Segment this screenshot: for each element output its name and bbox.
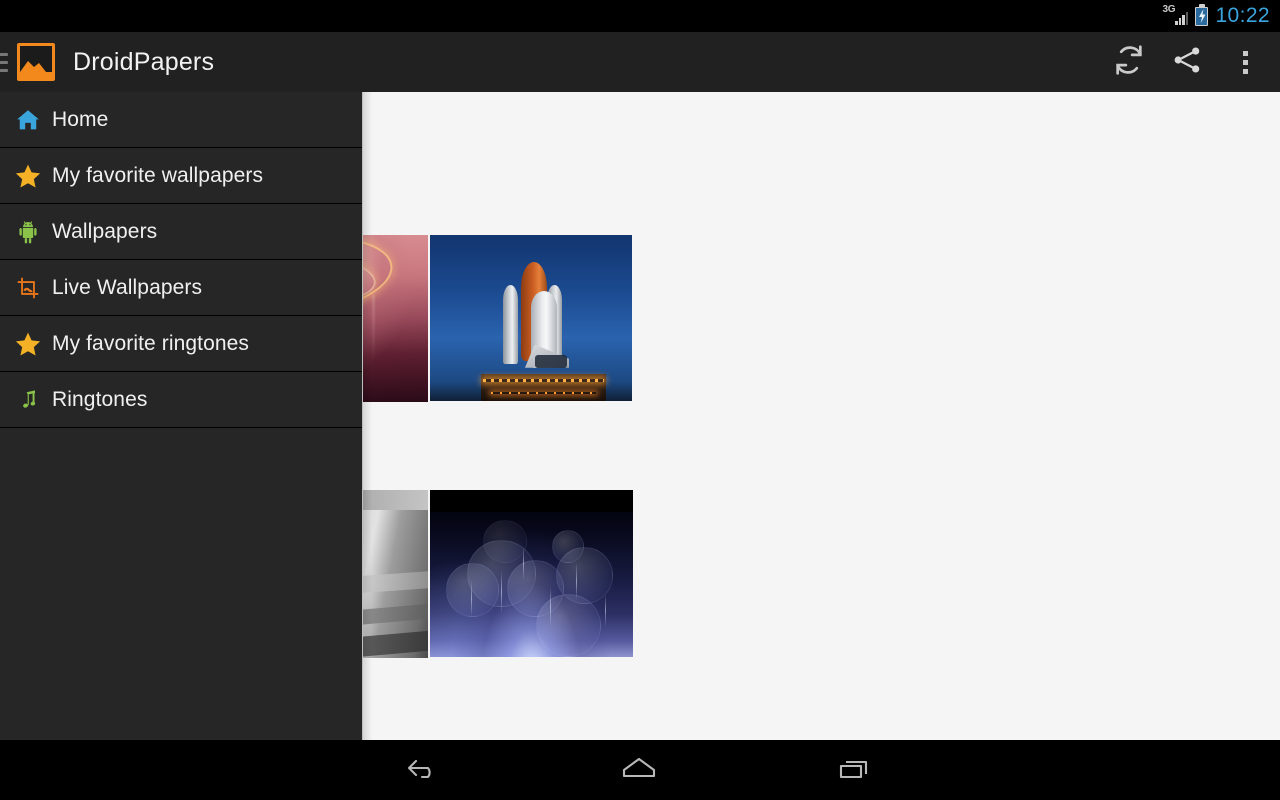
overflow-menu-button[interactable] (1216, 32, 1274, 92)
platform-lights (482, 378, 604, 382)
bokeh-streak (549, 586, 551, 627)
bokeh-orb (446, 563, 499, 617)
sidebar-item-home[interactable]: Home (0, 92, 362, 148)
shuttle-tiles (535, 354, 568, 368)
star-icon (0, 330, 52, 358)
sidebar-item-label: Ringtones (52, 387, 148, 411)
signal-strength-bars (1175, 12, 1189, 25)
shuttle-booster-left (502, 284, 518, 365)
share-icon (1171, 44, 1203, 81)
bokeh-dark-top (430, 490, 633, 512)
sidebar-item-label: My favorite ringtones (52, 331, 250, 355)
page-title: DroidPapers (73, 47, 215, 76)
recents-icon (833, 751, 877, 790)
android-screen: 3G 10:22 DroidPapers Home My favorite wa… (0, 0, 1280, 800)
signal-bars-icon: 3G (1162, 4, 1189, 27)
star-icon (0, 162, 52, 190)
refresh-button[interactable] (1100, 32, 1158, 92)
wallpaper-thumb-space-shuttle[interactable] (430, 235, 632, 401)
home-outline-icon (616, 751, 662, 790)
bokeh-orb (535, 593, 601, 657)
network-type-label: 3G (1162, 4, 1176, 15)
sidebar-item-live-wallpapers[interactable]: Live Wallpapers (0, 260, 362, 316)
bokeh-streak (604, 593, 606, 627)
bokeh-streak (576, 563, 578, 601)
hamburger-menu-icon[interactable] (0, 52, 8, 72)
action-bar: DroidPapers (0, 32, 1280, 92)
nav-back-button[interactable] (363, 740, 483, 800)
crop-frame-icon (0, 275, 52, 301)
status-bar-clock: 10:22 (1215, 4, 1270, 27)
bokeh-streak (501, 570, 503, 614)
decorative-wisp (372, 295, 374, 362)
nav-recents-button[interactable] (795, 740, 915, 800)
sidebar-item-ringtones[interactable]: Ringtones (0, 372, 362, 428)
overflow-menu-icon (1242, 50, 1248, 74)
droidpapers-logo-icon (17, 43, 55, 81)
nav-home-button[interactable] (579, 740, 699, 800)
sidebar-item-wallpapers[interactable]: Wallpapers (0, 204, 362, 260)
sidebar-item-label: Wallpapers (52, 219, 158, 243)
action-bar-actions (1100, 32, 1280, 92)
platform-lights (490, 392, 596, 395)
status-bar-right: 3G 10:22 (1162, 3, 1270, 28)
bokeh-streak (523, 546, 525, 581)
home-icon (0, 107, 52, 133)
android-navigation-bar (0, 740, 1280, 800)
drawer-edge-shadow (362, 92, 372, 740)
android-robot-icon (0, 219, 52, 245)
sidebar-item-my-favorite-wallpapers[interactable]: My favorite wallpapers (0, 148, 362, 204)
battery-charging-icon (1195, 3, 1209, 26)
sidebar-item-my-favorite-ringtones[interactable]: My favorite ringtones (0, 316, 362, 372)
music-note-icon (0, 388, 52, 412)
sidebar-item-label: My favorite wallpapers (52, 163, 264, 187)
bokeh-streak (470, 580, 472, 617)
wallpaper-thumb-dark-bokeh[interactable] (430, 490, 633, 657)
share-button[interactable] (1158, 32, 1216, 92)
back-arrow-icon (402, 751, 444, 790)
sidebar-item-label: Home (52, 107, 109, 131)
status-bar: 3G 10:22 (0, 0, 1280, 32)
sidebar-item-label: Live Wallpapers (52, 275, 203, 299)
refresh-icon (1112, 43, 1146, 82)
navigation-drawer: Home My favorite wallpapers Wallpapers L… (0, 92, 362, 740)
